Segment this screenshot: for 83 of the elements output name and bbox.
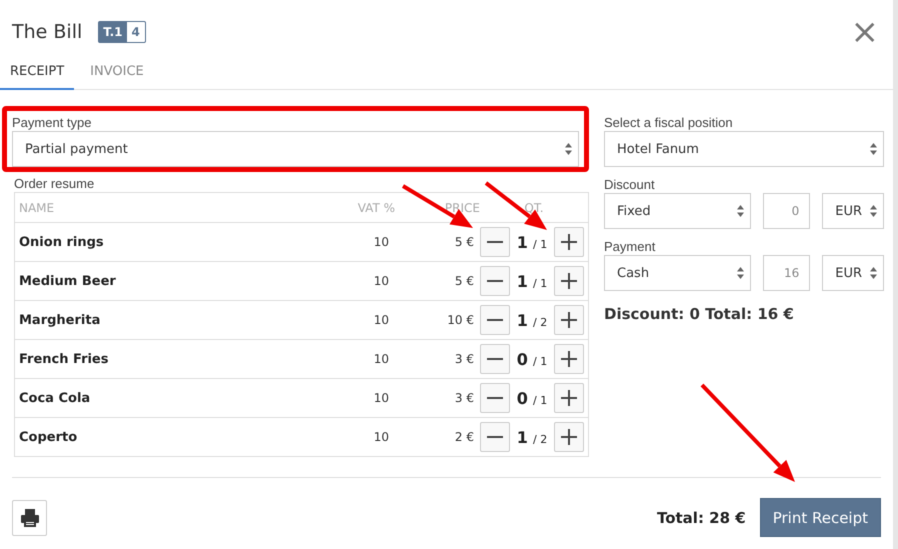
plus-icon — [561, 429, 577, 445]
increase-button[interactable] — [554, 266, 584, 296]
item-name: Margherita — [19, 312, 102, 328]
decrease-button[interactable] — [480, 422, 510, 452]
increase-button[interactable] — [554, 383, 584, 413]
minus-icon — [487, 358, 503, 360]
increase-button[interactable] — [554, 344, 584, 374]
dropdown-arrows-icon — [565, 143, 572, 155]
decrease-button[interactable] — [480, 266, 510, 296]
column-header: PRICE — [444, 200, 480, 214]
item-name: Coperto — [19, 430, 78, 444]
field-label: Select a fiscal position — [604, 115, 734, 130]
increase-button[interactable] — [554, 422, 584, 452]
quantity: 1 / 1 — [516, 272, 548, 290]
increase-button[interactable] — [554, 305, 584, 335]
guest-count: 4 — [130, 24, 141, 41]
price-cell-text: 5 € — [454, 235, 475, 249]
item-name: Medium Beer — [19, 274, 117, 288]
quantity: 0 / 1 — [516, 388, 548, 408]
quantity: 1 / 1 — [516, 232, 548, 252]
price-cell-text: 10 € — [446, 313, 475, 327]
vat-cell-text: 10 — [372, 391, 390, 405]
currency-select[interactable]: EUR — [822, 193, 884, 229]
plus-icon — [561, 390, 577, 406]
print-receipt-button[interactable]: Print Receipt — [760, 498, 881, 537]
price-cell-text: 2 € — [454, 430, 475, 444]
tab[interactable]: RECEIPT — [0, 56, 74, 90]
vat-cell-text: 10 — [372, 274, 390, 288]
dropdown-arrows-icon — [737, 267, 744, 279]
discount-amount-field[interactable]: 0 — [763, 193, 810, 229]
quantity: 0 / 1 — [516, 350, 548, 368]
plus-icon — [561, 234, 577, 250]
printer-icon — [20, 508, 40, 528]
dialog-title: The Bill — [12, 21, 82, 43]
minus-icon — [487, 397, 503, 399]
print-button[interactable] — [12, 500, 47, 536]
field-label: Payment — [604, 239, 656, 254]
price-cell-text: 3 € — [454, 391, 475, 405]
increase-button[interactable] — [554, 227, 584, 257]
decrease-button[interactable] — [480, 383, 510, 413]
plus-icon — [561, 273, 577, 289]
item-name: Onion rings — [19, 234, 105, 250]
decrease-button[interactable] — [480, 305, 510, 335]
section-label: Order resume — [14, 176, 96, 191]
annotation-arrow — [484, 181, 547, 230]
dropdown-arrows-icon — [870, 143, 877, 155]
payment-method-select[interactable]: Cash — [604, 255, 752, 291]
dropdown-arrows-icon — [870, 267, 877, 279]
price-cell-text: 3 € — [454, 352, 475, 366]
bill-total: Total: 28 € — [656, 508, 746, 526]
minus-icon — [487, 241, 503, 243]
column-header: VAT % — [356, 200, 395, 214]
decrease-button[interactable] — [480, 227, 510, 257]
currency-select[interactable]: EUR — [822, 255, 884, 291]
tab[interactable]: INVOICE — [80, 56, 154, 90]
close-button[interactable]: × — [850, 15, 879, 49]
vat-cell-text: 10 — [372, 352, 390, 366]
vat-cell-text: 10 — [372, 430, 390, 444]
column-header: QT. — [523, 200, 545, 214]
vat-cell-text: 10 — [372, 235, 390, 249]
field-label: Payment type — [12, 115, 92, 130]
dropdown-arrows-icon — [870, 205, 877, 217]
item-name: French Fries — [19, 352, 110, 366]
plus-icon — [561, 312, 577, 328]
minus-icon — [487, 436, 503, 438]
payment-type-select[interactable]: Partial payment — [12, 131, 579, 167]
table-number: T.1 — [99, 22, 127, 42]
minus-icon — [487, 280, 503, 282]
quantity: 1 / 2 — [516, 428, 548, 446]
discount-type-select[interactable]: Fixed — [604, 193, 752, 229]
fiscal-position-select[interactable]: Hotel Fanum — [604, 131, 884, 167]
decrease-button[interactable] — [480, 344, 510, 374]
payment-summary: Discount: 0 Total: 16 € — [604, 305, 795, 323]
column-header: NAME — [19, 200, 56, 214]
dropdown-arrows-icon — [737, 205, 744, 217]
item-name: Coca Cola — [19, 390, 92, 406]
minus-icon — [487, 319, 503, 321]
vat-cell-text: 10 — [372, 313, 390, 327]
field-label: Discount — [604, 177, 656, 192]
payment-amount-field[interactable]: 16 — [763, 255, 810, 291]
plus-icon — [561, 351, 577, 367]
quantity: 1 / 2 — [516, 310, 548, 330]
price-cell-text: 5 € — [454, 274, 475, 288]
